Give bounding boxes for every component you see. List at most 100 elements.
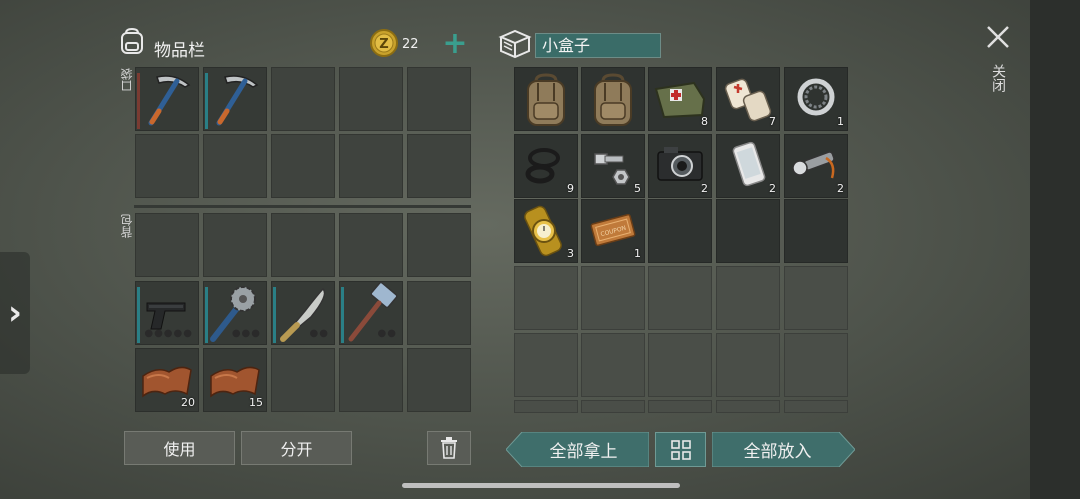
upgrade-dots: ●●● (231, 328, 261, 339)
pocket-slot-3[interactable] (271, 67, 335, 131)
box-slot-25[interactable] (784, 333, 848, 397)
box-slot-4[interactable]: 7 (716, 67, 780, 131)
pocket-slot-6[interactable] (135, 134, 199, 198)
item-count: 2 (769, 182, 776, 195)
durability-bar (341, 287, 344, 343)
put-all-button[interactable]: 全部放入 (712, 432, 855, 467)
backpack-slot-14[interactable] (339, 348, 403, 412)
plus-icon: + (442, 26, 468, 61)
box-slot-19[interactable] (716, 266, 780, 330)
pocket-slot-10[interactable] (407, 134, 471, 198)
use-button[interactable]: 使用 (124, 431, 235, 465)
item-count: 8 (701, 115, 708, 128)
backpack-icon (117, 26, 147, 56)
backpack-slot-10[interactable] (407, 281, 471, 345)
box-name-field[interactable]: 小盒子 (535, 33, 661, 58)
box-slot-18[interactable] (648, 266, 712, 330)
durability-bar (137, 73, 140, 129)
coin-count: 22 (402, 37, 419, 52)
home-indicator[interactable] (402, 483, 680, 488)
close-button[interactable] (985, 24, 1011, 50)
item-count: 9 (567, 182, 574, 195)
box-slot-8[interactable]: 2 (648, 134, 712, 198)
box-slot-16[interactable] (514, 266, 578, 330)
backpack-icon (594, 73, 632, 126)
split-button[interactable]: 分开 (241, 431, 352, 465)
item-count: 5 (634, 182, 641, 195)
box-slot-5[interactable]: 1 (784, 67, 848, 131)
svg-text:Z: Z (379, 37, 388, 52)
backpack-slot-1[interactable] (135, 213, 199, 277)
backpack-slot-2[interactable] (203, 213, 267, 277)
durability-bar (273, 287, 276, 343)
pocket-slot-5[interactable] (407, 67, 471, 131)
pocket-slot-8[interactable] (271, 134, 335, 198)
box-slot-21[interactable] (514, 333, 578, 397)
ammo-dots: ●●●●● (144, 328, 193, 339)
box-slot-20[interactable] (784, 266, 848, 330)
box-slot-28[interactable] (648, 400, 712, 413)
side-panel (1030, 0, 1080, 499)
backpack-slot-9[interactable]: ●● (339, 281, 403, 345)
box-slot-26[interactable] (514, 400, 578, 413)
pickaxe-icon (148, 75, 191, 126)
box-slot-1[interactable] (514, 67, 578, 131)
box-slot-22[interactable] (581, 333, 645, 397)
box-slot-15[interactable] (784, 199, 848, 263)
box-slot-2[interactable] (581, 67, 645, 131)
box-slot-11[interactable]: 3 (514, 199, 578, 263)
box-slot-3[interactable]: 8 (648, 67, 712, 131)
backpack-slot-7[interactable]: ●●● (203, 281, 267, 345)
item-count: 20 (181, 396, 195, 409)
pocket-slot-4[interactable] (339, 67, 403, 131)
backpack-slot-8[interactable]: ●● (271, 281, 335, 345)
box-slot-27[interactable] (581, 400, 645, 413)
pocket-slot-7[interactable] (203, 134, 267, 198)
box-slot-6[interactable]: 9 (514, 134, 578, 198)
box-slot-17[interactable] (581, 266, 645, 330)
backpack-slot-13[interactable] (271, 348, 335, 412)
backpack-label: 背包 (120, 214, 134, 238)
inventory-title: 物品栏 (154, 41, 205, 61)
item-count: 2 (837, 182, 844, 195)
grid-sort-icon (670, 439, 691, 460)
box-slot-30[interactable] (784, 400, 848, 413)
box-slot-9[interactable]: 2 (716, 134, 780, 198)
close-icon (987, 26, 1009, 48)
item-count: 3 (567, 247, 574, 260)
item-count: 1 (634, 247, 641, 260)
backpack-slot-5[interactable] (407, 213, 471, 277)
pocket-label: 口袋 (120, 68, 134, 92)
upgrade-dots: ●● (309, 328, 329, 339)
box-slot-29[interactable] (716, 400, 780, 413)
trash-icon (441, 437, 457, 459)
take-all-label: 全部拿上 (549, 442, 618, 462)
box-slot-7[interactable]: 5 (581, 134, 645, 198)
pocket-slot-9[interactable] (339, 134, 403, 198)
backpack-slot-4[interactable] (339, 213, 403, 277)
add-coins-button[interactable]: + (441, 26, 469, 61)
pickaxe-icon (216, 75, 259, 126)
durability-bar (205, 287, 208, 343)
backpack-slot-3[interactable] (271, 213, 335, 277)
box-slot-23[interactable] (648, 333, 712, 397)
box-slot-14[interactable] (716, 199, 780, 263)
item-count: 7 (769, 115, 776, 128)
expand-side-tab[interactable]: › (0, 252, 30, 374)
backpack-slot-11[interactable]: 20 (135, 348, 199, 412)
box-slot-24[interactable] (716, 333, 780, 397)
box-slot-12[interactable]: COUPON 1 (581, 199, 645, 263)
backpack-slot-6[interactable]: ●●●●● (135, 281, 199, 345)
box-slot-13[interactable] (648, 199, 712, 263)
coin-icon: Z (370, 29, 398, 57)
delete-button[interactable] (427, 431, 471, 465)
pocket-slot-2[interactable] (203, 67, 267, 131)
backpack-slot-12[interactable]: 15 (203, 348, 267, 412)
close-label[interactable]: 关闭 (988, 64, 1008, 92)
sort-button[interactable] (655, 432, 706, 467)
durability-bar (137, 287, 140, 343)
pocket-slot-1[interactable] (135, 67, 199, 131)
take-all-button[interactable]: 全部拿上 (506, 432, 649, 467)
box-slot-10[interactable]: 2 (784, 134, 848, 198)
backpack-slot-15[interactable] (407, 348, 471, 412)
